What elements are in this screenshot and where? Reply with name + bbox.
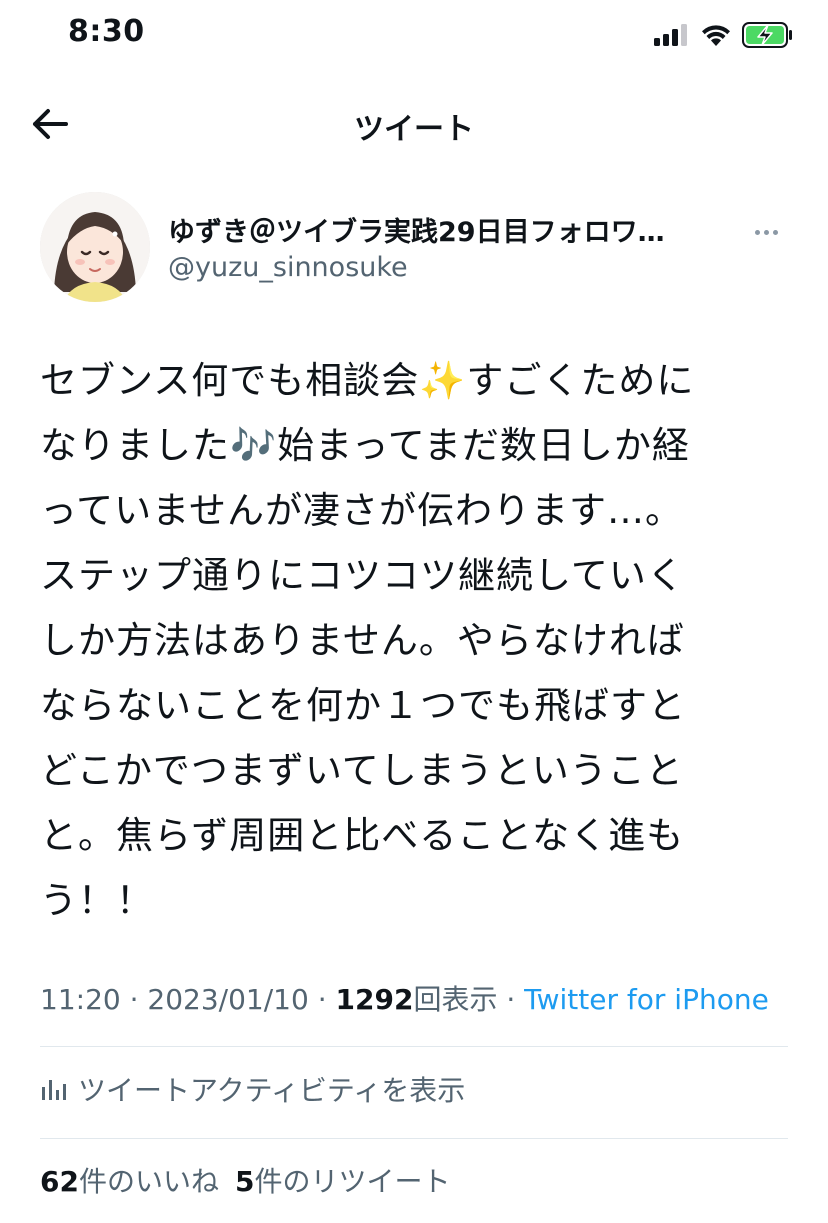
- bar-chart-icon: [42, 1080, 66, 1100]
- tweet-activity-label: ツイートアクティビティを表示: [78, 1074, 466, 1107]
- battery-charging-icon: [742, 22, 792, 48]
- more-dot-icon: [772, 229, 778, 235]
- tweet-text: セブンス何でも相談会✨すごくために なりました🎶始まってまだ数日しか経 っていま…: [40, 348, 790, 933]
- tweet-text-line: っていませんが凄さが伝わります…。: [40, 489, 684, 532]
- more-dot-icon: [754, 229, 760, 235]
- more-options-button[interactable]: [746, 220, 786, 244]
- navigation-bar: ツイート: [0, 80, 828, 170]
- tweet-text-line: どこかでつまずいてしまうということ: [40, 749, 684, 792]
- wifi-icon: [702, 25, 730, 46]
- page-title: ツイート: [354, 112, 474, 147]
- tweet-activity-link[interactable]: ツイートアクティビティを表示: [40, 1064, 788, 1114]
- views-label: 回表示: [413, 983, 498, 1016]
- tweet-text-line: ならないことを何か１つでも飛ばすと: [40, 684, 686, 727]
- retweets-label: 件のリツイート: [254, 1165, 451, 1198]
- tweet-meta: 11:20 · 2023/01/10 · 1292回表示 · Twitter f…: [40, 978, 800, 1018]
- meta-separator: ·: [497, 983, 525, 1016]
- tweet-date[interactable]: 2023/01/10: [147, 983, 308, 1016]
- tweet-text-line: ステップ通りにコツコツ継続していく: [40, 554, 685, 597]
- status-icons: [654, 20, 794, 50]
- tweet-source-link[interactable]: Twitter for iPhone: [524, 983, 769, 1016]
- divider: [40, 1138, 788, 1139]
- likes-label: 件のいいね: [78, 1165, 219, 1198]
- tweet-text-line: と。焦らず周囲と比べることなく進も: [40, 814, 685, 857]
- tweet-author: ゆずき＠ツイブラ実践29日目フォロワ… @yuzu_sinnosuke: [40, 192, 790, 304]
- meta-separator: ·: [308, 983, 336, 1016]
- retweets-stat[interactable]: 5件のリツイート: [235, 1165, 451, 1198]
- cellular-signal-icon: [654, 24, 687, 46]
- avatar-illustration: [40, 192, 150, 302]
- meta-separator: ·: [120, 983, 148, 1016]
- tweet-text-line: なりました🎶始まってまだ数日しか経: [40, 424, 690, 467]
- tweet-time[interactable]: 11:20: [40, 983, 121, 1016]
- author-name[interactable]: ゆずき＠ツイブラ実践29日目フォロワ…: [168, 210, 738, 249]
- tweet-text-line: セブンス何でも相談会✨すごくために: [40, 359, 695, 402]
- retweets-count: 5: [234, 1165, 255, 1198]
- avatar[interactable]: [40, 192, 150, 302]
- divider: [40, 1046, 788, 1047]
- status-time: 8:30: [68, 14, 145, 49]
- author-handle[interactable]: @yuzu_sinnosuke: [168, 252, 408, 283]
- likes-stat[interactable]: 62件のいいね: [40, 1165, 219, 1198]
- status-bar: 8:30: [0, 0, 828, 70]
- more-dot-icon: [763, 229, 769, 235]
- tweet-stats: 62件のいいね 5件のリツイート: [40, 1160, 466, 1200]
- tweet-text-line: う！！: [40, 879, 154, 922]
- likes-count: 62: [40, 1165, 79, 1198]
- views-count: 1292: [335, 983, 414, 1016]
- tweet-text-line: しか方法はありません。やらなければ: [40, 619, 685, 662]
